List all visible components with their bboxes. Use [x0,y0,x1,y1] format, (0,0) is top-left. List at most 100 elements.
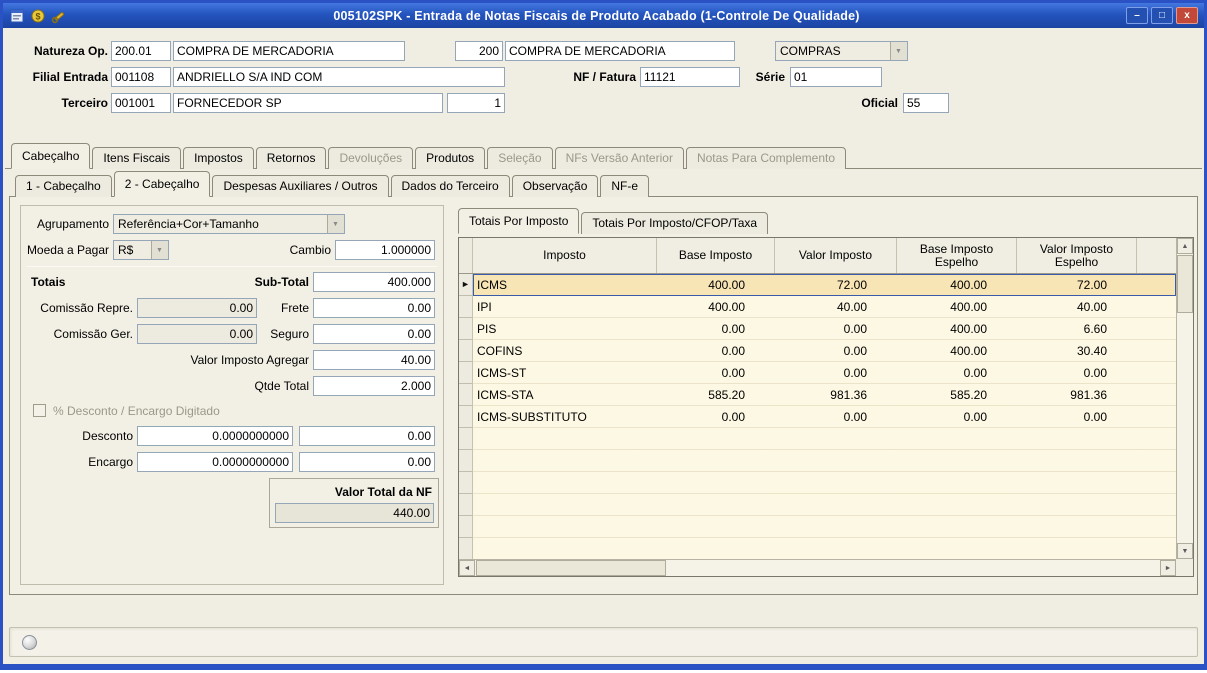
tab-notas-para-complemento: Notas Para Complemento [686,147,846,169]
frete-field[interactable] [313,298,435,318]
row-marker-header [459,238,473,273]
scroll-down-icon[interactable] [1177,543,1193,559]
tab-retornos[interactable]: Retornos [256,147,327,169]
seguro-field[interactable] [313,324,435,344]
wrench-icon[interactable] [51,8,67,24]
form-icon[interactable] [9,8,25,24]
table-row-pis[interactable]: PIS0.000.00400.006.60 [459,318,1176,340]
impostos-section: Totais Por ImpostoTotais Por Imposto/CFO… [454,203,1198,589]
encargo-pct-field[interactable] [137,452,293,472]
cambio-field[interactable] [335,240,435,260]
chevron-down-icon[interactable] [151,241,168,259]
sub-tabstrip: 1 - Cabeçalho2 - CabeçalhoDespesas Auxil… [9,169,1198,197]
desconto-pct-field[interactable] [137,426,293,446]
column-header-base-imposto[interactable]: Base Imposto [657,238,775,273]
row-marker [459,384,473,406]
cell-filler [1137,274,1176,296]
comissao-repre-field[interactable] [137,298,257,318]
subtab-nf-e[interactable]: NF-e [600,175,649,197]
moeda-combo[interactable]: R$ [113,240,169,260]
tab-itens-fiscais[interactable]: Itens Fiscais [92,147,181,169]
subtab-dados-do-terceiro[interactable]: Dados do Terceiro [391,175,510,197]
status-bar [9,627,1198,657]
imposto-agregar-field[interactable] [313,350,435,370]
serie-field[interactable] [790,67,882,87]
terceiro-seq-field[interactable] [447,93,505,113]
close-button[interactable]: x [1176,7,1198,24]
column-header-valor-imposto[interactable]: Valor Imposto [775,238,897,273]
separator [27,266,437,267]
vertical-scrollbar[interactable] [1176,238,1193,559]
encargo-label: Encargo [41,452,133,472]
natureza-desc2-field[interactable] [505,41,735,61]
oficial-field[interactable] [903,93,949,113]
tab-impostos[interactable]: Impostos [183,147,254,169]
cell-valor-imposto-espelho: 72.00 [1017,274,1137,296]
chevron-down-icon[interactable] [327,215,344,233]
money-icon[interactable]: $ [30,8,46,24]
cell-filler [1137,384,1176,406]
serie-label: Série [745,67,785,87]
table-row-icms[interactable]: ICMS400.0072.00400.0072.00 [459,274,1176,296]
minimize-button[interactable]: – [1126,7,1148,24]
natureza-code-field[interactable] [111,41,171,61]
cell-valor-imposto: 0.00 [775,318,897,340]
desconto-encargo-checkbox[interactable] [33,404,46,417]
encargo-value-field[interactable] [299,452,435,472]
comissao-ger-field[interactable] [137,324,257,344]
table-row-icms-substituto[interactable]: ICMS-SUBSTITUTO0.000.000.000.00 [459,406,1176,428]
scroll-up-icon[interactable] [1177,238,1193,254]
cell-valor-imposto: 0.00 [775,406,897,428]
valor-total-field[interactable] [275,503,434,523]
desconto-value-field[interactable] [299,426,435,446]
cell-base-imposto-espelho: 400.00 [897,274,1017,296]
table-row-icms-sta[interactable]: ICMS-STA585.20981.36585.20981.36 [459,384,1176,406]
table-row-ipi[interactable]: IPI400.0040.00400.0040.00 [459,296,1176,318]
cell-base-imposto-espelho: 0.00 [897,406,1017,428]
valor-total-box: Valor Total da NF [269,478,439,528]
agrupamento-label: Agrupamento [21,214,109,234]
natureza-desc-field[interactable] [173,41,405,61]
subtab-observacao[interactable]: Observação [512,175,599,197]
table-row-icms-st[interactable]: ICMS-ST0.000.000.000.00 [459,362,1176,384]
scroll-right-icon[interactable] [1160,560,1176,576]
moeda-label: Moeda a Pagar [21,240,109,260]
grid-tab-totais-por-imposto-cfop-taxa[interactable]: Totais Por Imposto/CFOP/Taxa [581,212,768,234]
row-cells: ICMS400.0072.00400.0072.00 [473,274,1176,296]
column-header-base-imposto-espelho[interactable]: Base Imposto Espelho [897,238,1017,273]
row-cells: COFINS0.000.00400.0030.40 [473,340,1176,362]
table-row-cofins[interactable]: COFINS0.000.00400.0030.40 [459,340,1176,362]
cell-valor-imposto-espelho: 0.00 [1017,362,1137,384]
qtde-total-field[interactable] [313,376,435,396]
column-header-valor-imposto-espelho[interactable]: Valor Imposto Espelho [1017,238,1137,273]
horizontal-scrollbar[interactable] [459,559,1176,576]
grid-tab-totais-por-imposto[interactable]: Totais Por Imposto [458,208,579,234]
subtab-despesas-auxiliares-outros[interactable]: Despesas Auxiliares / Outros [212,175,388,197]
chevron-down-icon[interactable] [890,42,907,60]
cell-base-imposto: 0.00 [657,362,775,384]
cell-filler [1137,406,1176,428]
terceiro-code-field[interactable] [111,93,171,113]
tab-cabecalho[interactable]: Cabeçalho [11,143,90,169]
natureza-code2-field[interactable] [455,41,503,61]
tipo-operacao-combo[interactable]: COMPRAS [775,41,908,61]
maximize-button[interactable]: □ [1151,7,1173,24]
subtab-1-cabecalho[interactable]: 1 - Cabeçalho [15,175,112,197]
vertical-scroll-thumb[interactable] [1177,255,1193,313]
tab-produtos[interactable]: Produtos [415,147,485,169]
subtotal-field[interactable] [313,272,435,292]
cell-filler [1137,296,1176,318]
agrupamento-combo[interactable]: Referência+Cor+Tamanho [113,214,345,234]
terceiro-desc-field[interactable] [173,93,443,113]
nf-fatura-field[interactable] [640,67,740,87]
main-tabstrip: CabeçalhoItens FiscaisImpostosRetornosDe… [5,141,1202,169]
scrollbar-corner [1176,559,1193,576]
horizontal-scroll-thumb[interactable] [476,560,666,576]
subtab-2-cabecalho[interactable]: 2 - Cabeçalho [114,171,211,197]
grid-rows: ICMS400.0072.00400.0072.00IPI400.0040.00… [459,274,1176,428]
column-header-imposto[interactable]: Imposto [473,238,657,273]
scroll-left-icon[interactable] [459,560,475,576]
filial-code-field[interactable] [111,67,171,87]
filial-desc-field[interactable] [173,67,505,87]
cell-base-imposto-espelho: 400.00 [897,340,1017,362]
